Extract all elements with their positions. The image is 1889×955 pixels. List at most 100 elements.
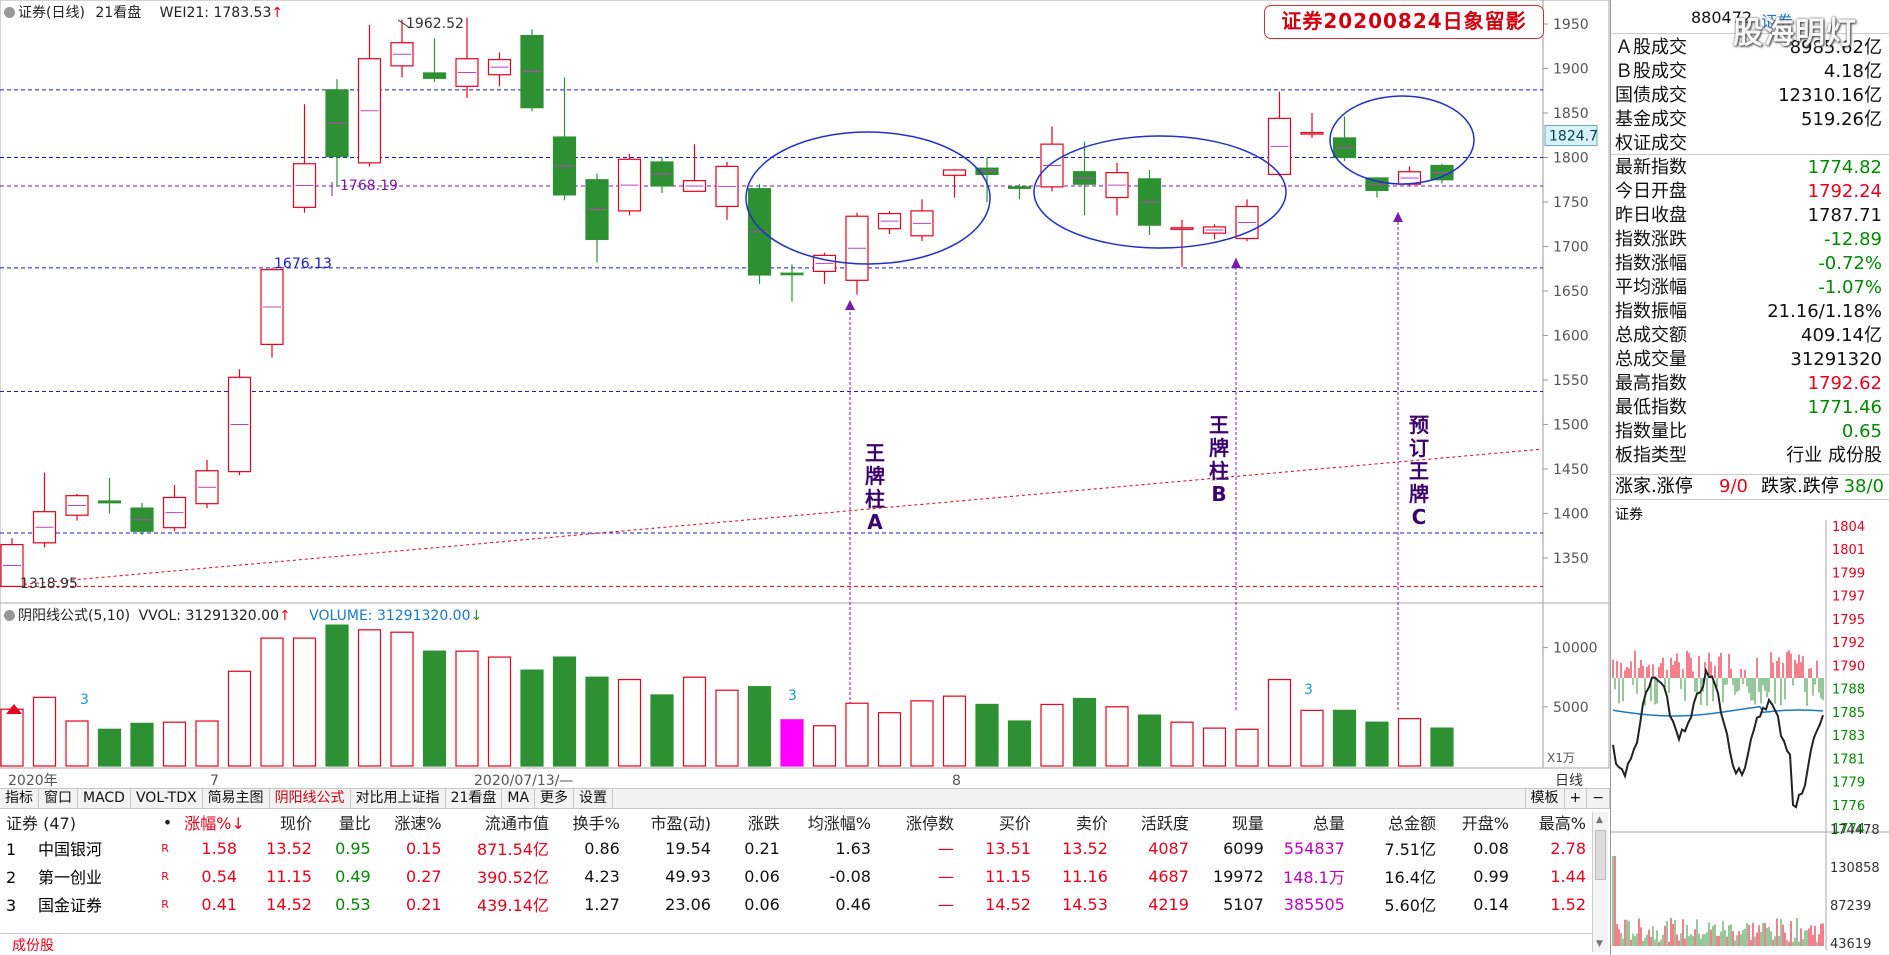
column-header[interactable]: 均涨幅%: [786, 810, 877, 834]
stat-row: 基金成交 519.26亿: [1611, 108, 1889, 132]
volume-bar: [780, 719, 804, 767]
current-price-label: 1824.7: [1549, 129, 1598, 145]
toolbar-item-3[interactable]: VOL-TDX: [131, 789, 203, 808]
column-header[interactable]: 活跃度: [1114, 810, 1195, 834]
table-cell: 1.44: [1550, 866, 1586, 886]
index-info-panel: 880472 证券 Ａ股成交 8985.62亿 Ｂ股成交 4.18亿 国债成交 12310…: [1610, 0, 1889, 955]
annotation-title: 证券20200824日象留影: [1264, 5, 1544, 39]
table-row[interactable]: 3 国金证券 R 0.41 14.52 0.53 0.21 439.14亿 1.27 23.06 0…: [0, 890, 1592, 918]
stat-value: -1.07%: [1818, 277, 1882, 298]
stock-name: 国金证券: [38, 896, 103, 915]
volume-bar: [845, 702, 869, 767]
toolbar-right-item-0[interactable]: 模板: [1524, 789, 1565, 808]
column-header[interactable]: •: [152, 810, 178, 834]
column-header[interactable]: 市盈(动): [626, 810, 717, 834]
volume-bar: [1365, 721, 1389, 767]
header-circle-icon[interactable]: [4, 7, 15, 18]
scroll-down-icon[interactable]: ▼: [1596, 939, 1603, 949]
mini-tick-label: 1797: [1832, 590, 1865, 605]
stock-name-cell[interactable]: 3 国金证券: [0, 890, 152, 918]
stat-label: 指数振幅: [1615, 301, 1687, 322]
intraday-mini-chart[interactable]: 1804 1801 1799 1797 1795 1792 1790 1788 1785 1783…: [1611, 520, 1889, 950]
scroll-up-icon[interactable]: ▲: [1596, 815, 1603, 825]
toolbar-right-item-2[interactable]: −: [1587, 789, 1610, 808]
updown-row: 涨家.涨停 9/0 跌家.跌停 38/0: [1611, 474, 1889, 500]
table-cell: 1.27: [584, 894, 620, 914]
column-header[interactable]: 流通市值: [448, 810, 555, 834]
watermark-logo: 股海明灯: [1733, 16, 1857, 51]
volume-bar: [227, 670, 252, 767]
kline-chart[interactable]: 1350 1400 1450 1500 1550 1600 1650 1700 1750 1800…: [0, 0, 1610, 790]
volume-bar: [682, 676, 707, 767]
date-label: 2020/07/13/—: [474, 773, 573, 789]
column-header[interactable]: 证券 (47): [0, 810, 152, 834]
toolbar-item-10[interactable]: 设置: [574, 789, 614, 808]
column-header[interactable]: 开盘%: [1442, 810, 1515, 834]
volume-bar: [1300, 709, 1324, 767]
volume-bar: [0, 708, 24, 767]
candle-body: [780, 272, 804, 276]
stat-row: 最高指数 1792.62: [1611, 372, 1889, 396]
toolbar-item-5[interactable]: 阴阳线公式: [270, 789, 351, 808]
column-header[interactable]: 卖价: [1037, 810, 1114, 834]
candle-body: [97, 500, 122, 504]
column-header[interactable]: 买价: [960, 810, 1037, 834]
price-annotation: 1768.19: [340, 178, 398, 194]
table-cell: 0.08: [1473, 838, 1509, 858]
volume-circle-icon[interactable]: [4, 610, 15, 621]
toolbar-item-2[interactable]: MACD: [78, 789, 131, 808]
toolbar-item-8[interactable]: MA: [502, 789, 536, 808]
column-header[interactable]: 总量: [1270, 810, 1351, 834]
toolbar-item-0[interactable]: 指标: [0, 789, 39, 808]
price-tick-label: 1650: [1553, 284, 1589, 300]
count-mark: 3: [788, 688, 797, 704]
volume-bar: [747, 686, 772, 767]
toolbar-item-1[interactable]: 窗口: [39, 789, 78, 808]
toolbar-item-7[interactable]: 21看盘: [446, 789, 503, 808]
column-header[interactable]: 总金额: [1351, 810, 1442, 834]
stat-row: 指数涨跌 -12.89: [1611, 228, 1889, 252]
constituent-table[interactable]: 证券 (47) • 涨幅%↓ 现价 量比 涨速% 流通市值 换手% 市盈(动) 涨跌 均涨幅% 涨停数…: [0, 810, 1610, 930]
table-cell: 0.21: [744, 838, 780, 858]
stat-value: 21.16/1.18%: [1767, 301, 1882, 322]
toolbar-item-9[interactable]: 更多: [535, 789, 575, 808]
toolbar-right-item-1[interactable]: +: [1565, 789, 1588, 808]
volume-bar: [650, 694, 674, 767]
toolbar-item-4[interactable]: 简易主图: [203, 789, 270, 808]
table-cell: 5.60亿: [1384, 896, 1436, 915]
mini-tick-label: 1795: [1832, 613, 1865, 628]
column-header[interactable]: 最高%: [1515, 810, 1592, 834]
column-header[interactable]: 现量: [1195, 810, 1270, 834]
volume-bar: [812, 725, 837, 767]
table-scrollbar[interactable]: ▲ ▼: [1592, 812, 1608, 952]
table-row[interactable]: 2 第一创业 R 0.54 11.15 0.49 0.27 390.52亿 4.23 49.93 0…: [0, 862, 1592, 890]
table-cell: 439.14亿: [476, 896, 549, 915]
stock-name-cell[interactable]: 1 中国银河: [0, 834, 152, 862]
stock-name-cell[interactable]: 2 第一创业: [0, 862, 152, 890]
mini-vol-tick-label: 174478: [1830, 823, 1880, 838]
table-cell: 0.41: [201, 894, 238, 914]
stat-label: 平均涨幅: [1615, 277, 1687, 298]
stat-value: 1792.24: [1807, 181, 1882, 202]
wei-indicator: WEI21: 1783.53: [159, 5, 272, 21]
stat-value: 行业 成份股: [1786, 445, 1882, 466]
tab-constituents[interactable]: 成份股: [12, 935, 54, 955]
scroll-thumb[interactable]: [1595, 830, 1606, 880]
down-value: 38/0: [1843, 476, 1884, 497]
kline-chart-area[interactable]: 1350 1400 1450 1500 1550 1600 1650 1700 1750 1800…: [0, 0, 1610, 790]
column-header[interactable]: 换手%: [555, 810, 626, 834]
toolbar-item-6[interactable]: 对比用上证指: [351, 789, 446, 808]
column-header[interactable]: 现价: [243, 810, 318, 834]
down-label: 跌家.跌停: [1761, 476, 1839, 497]
column-header[interactable]: 量比: [318, 810, 377, 834]
mini-vol-tick-label: 43619: [1830, 937, 1871, 950]
column-header[interactable]: 涨速%: [377, 810, 448, 834]
column-header[interactable]: 涨幅%↓: [178, 810, 245, 834]
volume-bar: [585, 676, 609, 767]
stock-name: 第一创业: [38, 868, 103, 887]
column-header[interactable]: 涨停数: [877, 810, 960, 834]
table-row[interactable]: 1 中国银河 R 1.58 13.52 0.95 0.15 871.54亿 0.86 19.54 0…: [0, 834, 1592, 862]
column-header[interactable]: 涨跌: [717, 810, 786, 834]
stat-label: 国债成交: [1615, 85, 1687, 106]
stock-name: 中国银河: [38, 840, 103, 859]
